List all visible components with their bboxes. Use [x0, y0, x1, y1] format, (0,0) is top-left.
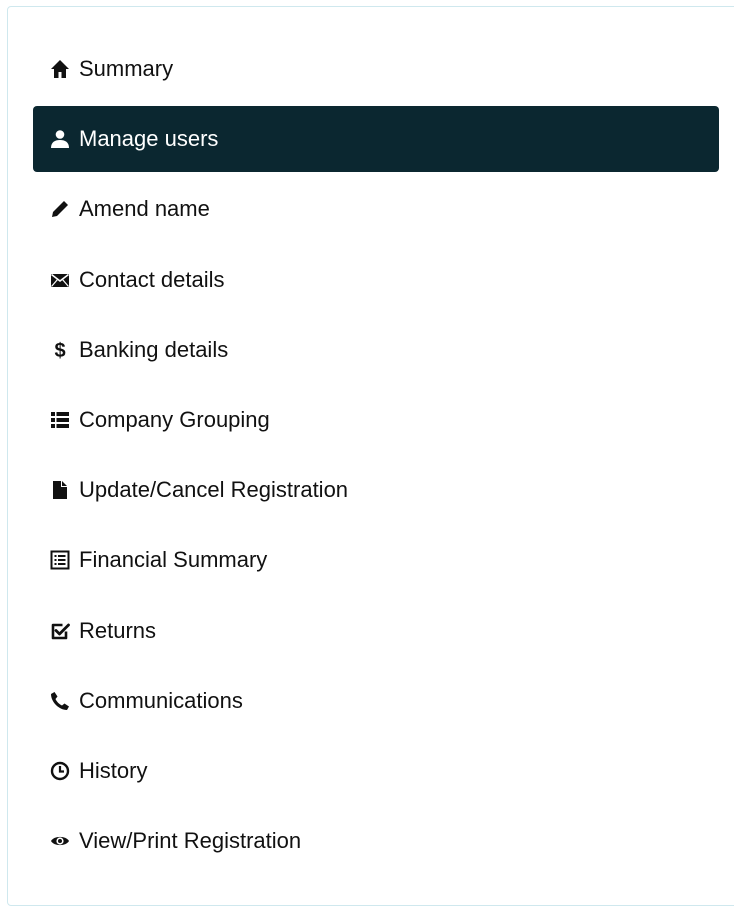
nav-item-label: Manage users: [79, 126, 219, 152]
nav-item-label: Financial Summary: [79, 547, 268, 573]
nav-item-label: History: [79, 757, 148, 783]
phone-icon: [49, 690, 71, 712]
file-icon: [49, 479, 71, 501]
nav-item-returns[interactable]: Returns: [33, 598, 719, 664]
svg-text:$: $: [54, 340, 65, 360]
nav-item-label: View/Print Registration: [79, 828, 302, 854]
navigation-panel: Summary Manage users Amend name Contact …: [7, 6, 734, 906]
nav-item-label: Amend name: [79, 196, 210, 222]
home-icon: [49, 58, 71, 80]
nav-item-label: Contact details: [79, 266, 225, 292]
nav-item-label: Returns: [79, 617, 157, 643]
dollar-icon: $: [49, 339, 71, 361]
nav-item-label: Banking details: [79, 336, 229, 362]
nav-item-label: Summary: [79, 56, 174, 81]
nav-item-amend-name[interactable]: Amend name: [33, 176, 719, 242]
nav-item-communications[interactable]: Communications: [33, 668, 719, 734]
nav-item-manage-users[interactable]: Manage users: [33, 106, 719, 173]
nav-item-update-cancel-registration[interactable]: Update/Cancel Registration: [33, 457, 719, 523]
nav-item-history[interactable]: History: [33, 738, 719, 804]
nav-item-financial-summary[interactable]: Financial Summary: [33, 527, 719, 593]
nav-item-contact-details[interactable]: Contact details: [33, 247, 719, 313]
nav-item-summary[interactable]: Summary: [33, 36, 719, 102]
eye-icon: [49, 830, 71, 852]
nav-item-label: Update/Cancel Registration: [79, 477, 349, 503]
pencil-icon: [49, 198, 71, 220]
check-square-icon: [49, 620, 71, 642]
nav-item-label: Company Grouping: [79, 406, 270, 432]
list-alt-icon: [49, 549, 71, 571]
navigation-menu: Summary Manage users Amend name Contact …: [33, 36, 719, 878]
nav-item-company-grouping[interactable]: Company Grouping: [33, 387, 719, 453]
clock-icon: [49, 760, 71, 782]
list-icon: [49, 409, 71, 431]
nav-item-label: Communications: [79, 687, 243, 713]
nav-item-view-print-registration[interactable]: View/Print Registration: [33, 808, 719, 874]
envelope-icon: [49, 269, 71, 291]
nav-item-banking-details[interactable]: $ Banking details: [33, 317, 719, 383]
user-icon: [49, 128, 71, 150]
